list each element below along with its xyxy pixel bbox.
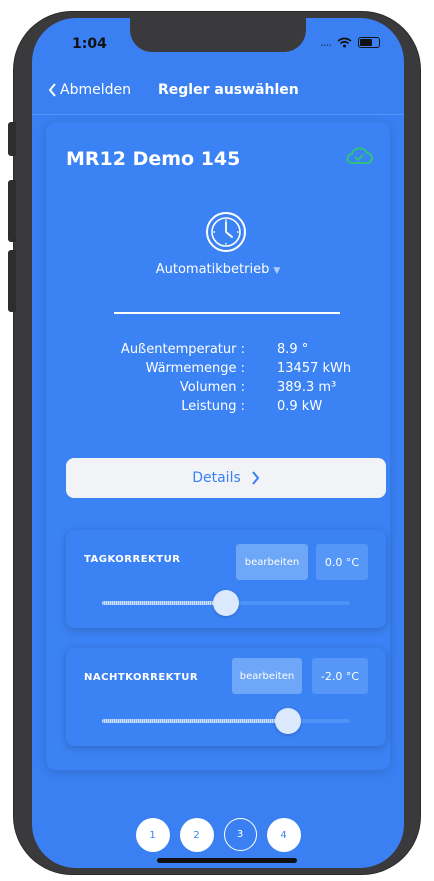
info-row-outside-temp: Außentemperatur : 8.9 ° [46,342,390,361]
night-correction-value: -2.0 °C [312,658,368,694]
night-slider-fill [102,719,288,723]
page-title: Regler auswählen [158,82,299,98]
day-edit-button[interactable]: bearbeiten [236,544,308,580]
page-dot-2[interactable]: 2 [179,818,214,852]
mode-selector[interactable]: Automatikbetrieb ▼ [46,262,390,277]
info-list: Außentemperatur : 8.9 ° Wärmemenge : 134… [46,342,390,418]
volume-up-button [8,180,16,242]
night-edit-button[interactable]: bearbeiten [232,658,302,694]
night-slider-thumb[interactable] [275,708,301,734]
details-button[interactable]: Details [66,458,386,498]
info-value: 389.3 m³ [277,380,337,395]
day-correction-panel: TAGKORREKTUR bearbeiten 0.0 °C [66,530,386,628]
status-time: 1:04 [72,36,107,52]
mode-label: Automatikbetrieb [155,262,270,277]
day-correction-value: 0.0 °C [316,544,368,580]
info-row-heat-quantity: Wärmemenge : 13457 kWh [46,361,390,380]
caret-down-icon: ▼ [273,266,281,276]
info-value: 8.9 ° [277,342,309,357]
info-label: Außentemperatur : [120,342,245,357]
cloud-check-icon [346,147,373,164]
night-slider-track[interactable] [102,719,350,723]
notch [130,18,306,52]
details-label: Details [192,470,241,486]
info-label: Leistung : [181,399,245,414]
clock-icon [206,212,246,252]
signal-dots: .... [319,35,332,49]
info-label: Volumen : [179,380,245,395]
info-value: 13457 kWh [277,361,352,376]
mute-switch [8,122,16,156]
page-indicator: 1234 [32,818,404,852]
status-icons: .... [320,35,380,49]
page-dot-1[interactable]: 1 [135,818,170,852]
wifi-icon [337,37,352,47]
back-button[interactable]: Abmelden [48,82,131,98]
page-dot-3[interactable]: 3 [223,818,257,851]
info-label: Wärmemenge : [145,361,245,376]
divider [114,312,340,314]
day-correction-title: TAGKORREKTUR [84,554,181,565]
back-label: Abmelden [60,82,131,98]
chevron-right-icon [251,471,260,485]
night-correction-panel: NACHTKORREKTUR bearbeiten -2.0 °C [66,648,386,746]
controller-card: MR12 Demo 145 Automatikbetrieb ▼ Außentem… [46,122,390,770]
volume-down-button [8,250,16,312]
day-slider-thumb[interactable] [213,590,239,616]
page-dot-4[interactable]: 4 [266,818,301,852]
info-row-power: Leistung : 0.9 kW [46,399,390,418]
screen: 1:04 .... Abmelden Regler auswählen MR12… [32,18,404,868]
info-row-volume: Volumen : 389.3 m³ [46,380,390,399]
home-indicator [157,858,297,863]
chevron-left-icon [48,83,56,97]
day-slider-fill [102,601,226,605]
battery-icon [358,36,380,48]
nav-bar: Abmelden Regler auswählen [32,78,404,115]
info-value: 0.9 kW [277,399,323,414]
night-correction-title: NACHTKORREKTUR [84,672,199,683]
device-name: MR12 Demo 145 [66,148,241,170]
